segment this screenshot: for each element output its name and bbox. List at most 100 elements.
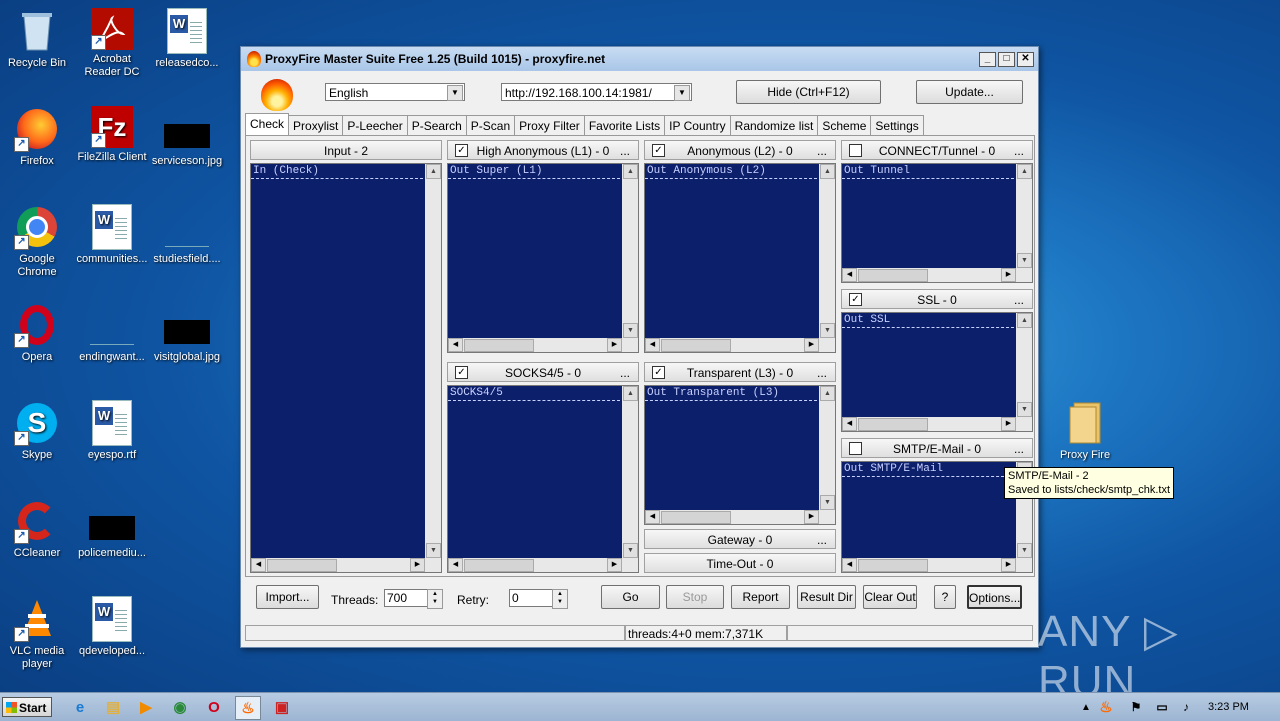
horizontal-scrollbar[interactable]: ◀ ▶ xyxy=(842,558,1032,572)
anonymous-checkbox[interactable]: ✓ xyxy=(652,144,665,157)
opera-taskbar-icon[interactable]: O xyxy=(202,696,226,718)
transparent-header[interactable]: ✓ Transparent (L3) - 0 ... xyxy=(644,362,836,382)
horizontal-scrollbar[interactable]: ◀ ▶ xyxy=(448,338,638,352)
tab-favorite-lists[interactable]: Favorite Lists xyxy=(583,115,666,136)
desktop-icon-visitglobal[interactable]: visitglobal.jpg xyxy=(150,302,224,364)
more-button[interactable]: ... xyxy=(1014,439,1024,459)
tab-ip-country[interactable]: IP Country xyxy=(664,115,731,136)
import-button[interactable]: Import... xyxy=(256,585,319,609)
ssl-header[interactable]: ✓ SSL - 0 ... xyxy=(841,289,1033,309)
horizontal-scrollbar[interactable]: ◀ ▶ xyxy=(448,558,638,572)
proxyfire-taskbar-icon[interactable]: ♨ xyxy=(235,696,261,720)
desktop-icon-policemediu[interactable]: policemediu... xyxy=(75,498,149,560)
vertical-scrollbar[interactable]: ▲▼ xyxy=(1016,313,1032,417)
scroll-down-icon[interactable]: ▼ xyxy=(623,323,638,338)
timeout-header[interactable]: Time-Out - 0 xyxy=(644,553,836,573)
desktop-icon-qdeveloped[interactable]: W qdeveloped... xyxy=(75,596,149,658)
horizontal-scrollbar[interactable]: ◀ ▶ xyxy=(645,338,835,352)
more-button[interactable]: ... xyxy=(620,141,630,161)
scroll-right-icon[interactable]: ▶ xyxy=(1001,268,1016,282)
go-button[interactable]: Go xyxy=(601,585,660,609)
gateway-header[interactable]: Gateway - 0 ... xyxy=(644,529,836,549)
internet-explorer-icon[interactable]: e xyxy=(68,696,92,718)
scroll-left-icon[interactable]: ◀ xyxy=(448,338,463,352)
tab-proxylist[interactable]: Proxylist xyxy=(288,115,344,136)
chrome-taskbar-icon[interactable]: ◉ xyxy=(168,696,192,718)
title-bar[interactable]: ProxyFire Master Suite Free 1.25 (Build … xyxy=(241,47,1038,71)
tab-p-leecher[interactable]: P-Leecher xyxy=(342,115,408,136)
update-button[interactable]: Update... xyxy=(916,80,1023,104)
more-button[interactable]: ... xyxy=(1014,290,1024,310)
tab-p-scan[interactable]: P-Scan xyxy=(465,115,516,136)
smtp-checkbox[interactable] xyxy=(849,442,862,455)
clock[interactable]: 3:23 PM xyxy=(1208,701,1249,713)
transparent-list[interactable]: Out Transparent (L3) ▲ ▼ ◀ ▶ xyxy=(644,385,836,525)
vertical-scrollbar[interactable]: ▲▼ xyxy=(819,164,835,338)
anonymous-header[interactable]: ✓ Anonymous (L2) - 0 ... xyxy=(644,140,836,160)
desktop-icon-studiesfield[interactable]: studiesfield.... xyxy=(150,204,224,266)
vertical-scrollbar[interactable]: ▲▼ xyxy=(425,164,441,558)
tab-settings[interactable]: Settings xyxy=(870,115,924,136)
desktop-icon-ccleaner[interactable]: ↗ CCleaner xyxy=(0,498,74,560)
anonymous-list[interactable]: Out Anonymous (L2) ▲ ▼ ◀ ▶ xyxy=(644,163,836,353)
scroll-down-icon[interactable]: ▼ xyxy=(1017,543,1032,558)
vertical-scrollbar[interactable]: ▲▼ xyxy=(622,164,638,338)
scroll-right-icon[interactable]: ▶ xyxy=(607,558,622,572)
high-anonymous-header[interactable]: ✓ High Anonymous (L1) - 0 ... xyxy=(447,140,639,160)
desktop-icon-recycle-bin[interactable]: Recycle Bin xyxy=(0,8,74,70)
scroll-down-icon[interactable]: ▼ xyxy=(1017,253,1032,268)
desktop-icon-serviceson[interactable]: serviceson.jpg xyxy=(150,106,224,168)
desktop-icon-communities[interactable]: W communities... xyxy=(75,204,149,266)
high-anonymous-checkbox[interactable]: ✓ xyxy=(455,144,468,157)
desktop-icon-eyespo[interactable]: W eyespo.rtf xyxy=(75,400,149,462)
language-select[interactable]: English ▼ xyxy=(325,83,465,101)
tab-p-search[interactable]: P-Search xyxy=(406,115,467,136)
scroll-up-icon[interactable]: ▲ xyxy=(623,164,638,179)
scroll-down-icon[interactable]: ▼ xyxy=(820,495,835,510)
stop-button[interactable]: Stop xyxy=(666,585,724,609)
horizontal-scrollbar[interactable]: ◀ ▶ xyxy=(842,417,1032,431)
tab-check[interactable]: Check xyxy=(245,113,290,137)
desktop-icon-firefox[interactable]: ↗ Firefox xyxy=(0,106,74,168)
desktop-icon-proxy-fire[interactable]: Proxy Fire xyxy=(1048,400,1122,462)
scroll-down-icon[interactable]: ▼ xyxy=(820,323,835,338)
scroll-thumb[interactable] xyxy=(464,339,534,352)
input-header[interactable]: Input - 2 xyxy=(250,140,442,160)
proxyfire-tray-icon[interactable]: ♨ xyxy=(1094,696,1118,718)
more-button[interactable]: ... xyxy=(817,530,827,550)
report-button[interactable]: Report xyxy=(731,585,790,609)
hide-button[interactable]: Hide (Ctrl+F12) xyxy=(736,80,881,104)
vertical-scrollbar[interactable]: ▲▼ xyxy=(819,386,835,510)
horizontal-scrollbar[interactable]: ◀ ▶ xyxy=(842,268,1032,282)
minimize-button[interactable]: _ xyxy=(979,51,996,67)
start-button[interactable]: Start xyxy=(2,697,52,717)
close-button[interactable]: ✕ xyxy=(1017,51,1034,67)
scroll-thumb[interactable] xyxy=(858,559,928,572)
vertical-scrollbar[interactable]: ▲▼ xyxy=(1016,164,1032,268)
tab-randomize-list[interactable]: Randomize list xyxy=(729,115,819,136)
scroll-right-icon[interactable]: ▶ xyxy=(804,510,819,524)
connect-tunnel-checkbox[interactable] xyxy=(849,144,862,157)
scroll-right-icon[interactable]: ▶ xyxy=(1001,417,1016,431)
scroll-right-icon[interactable]: ▶ xyxy=(410,558,425,572)
ssl-checkbox[interactable]: ✓ xyxy=(849,293,862,306)
scroll-thumb[interactable] xyxy=(464,559,534,572)
horizontal-scrollbar[interactable]: ◀ ▶ xyxy=(645,510,835,524)
desktop-icon-endingwant[interactable]: endingwant... xyxy=(75,302,149,364)
scroll-thumb[interactable] xyxy=(267,559,337,572)
app-taskbar-icon[interactable]: ▣ xyxy=(270,696,294,718)
more-button[interactable]: ... xyxy=(817,141,827,161)
scroll-right-icon[interactable]: ▶ xyxy=(607,338,622,352)
volume-icon[interactable]: ♪ xyxy=(1174,696,1198,718)
desktop-icon-opera[interactable]: ↗ Opera xyxy=(0,302,74,364)
connect-tunnel-header[interactable]: CONNECT/Tunnel - 0 ... xyxy=(841,140,1033,160)
help-button[interactable]: ? xyxy=(934,585,956,609)
scroll-thumb[interactable] xyxy=(858,418,928,431)
scroll-left-icon[interactable]: ◀ xyxy=(448,558,463,572)
scroll-up-icon[interactable]: ▲ xyxy=(1017,313,1032,328)
scroll-right-icon[interactable]: ▶ xyxy=(804,338,819,352)
scroll-down-icon[interactable]: ▼ xyxy=(623,543,638,558)
socks-header[interactable]: ✓ SOCKS4/5 - 0 ... xyxy=(447,362,639,382)
desktop-icon-acrobat[interactable]: ↗ Acrobat Reader DC xyxy=(75,8,149,79)
clear-out-button[interactable]: Clear Out xyxy=(863,585,917,609)
